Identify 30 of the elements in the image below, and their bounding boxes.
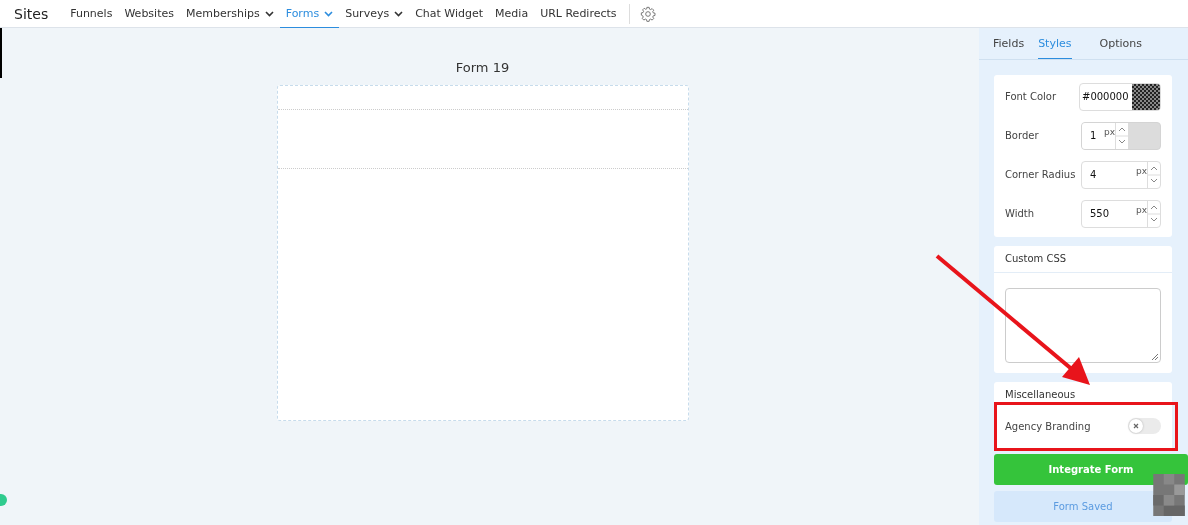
nav-item[interactable]: Forms [279, 0, 340, 28]
settings-icon[interactable] [639, 5, 656, 22]
field-label: Corner Radius [1005, 169, 1076, 180]
tab[interactable]: Options [1099, 28, 1156, 59]
nav-item[interactable]: Funnels [64, 0, 119, 28]
pixelated-patch [1152, 474, 1186, 516]
nav-item[interactable]: Media [489, 0, 535, 28]
number-input[interactable]: 550 px [1081, 199, 1161, 228]
form-title: Form 19 [455, 60, 510, 77]
nav-item[interactable]: URL Redirects [534, 0, 623, 28]
nav-item[interactable]: Chat Widget [409, 0, 490, 28]
resize-handle-icon[interactable] [1151, 353, 1159, 361]
number-input[interactable]: 4 px [1081, 160, 1161, 189]
nav-item[interactable]: Websites [118, 0, 180, 28]
stepper[interactable] [1147, 200, 1160, 227]
field-label: Border [1005, 130, 1039, 141]
nav-item[interactable]: Surveys [339, 0, 410, 28]
field-label: Font Color [1005, 91, 1057, 102]
toggle-switch[interactable] [1128, 418, 1161, 434]
css-textarea[interactable] [1005, 288, 1161, 363]
field-label: Width [1005, 208, 1035, 219]
edge-strip [0, 28, 2, 78]
app-title: Sites [14, 5, 49, 22]
stepper[interactable] [1147, 161, 1160, 188]
toggle-label: Agency Branding [1005, 420, 1091, 432]
tab[interactable]: Fields [993, 28, 1025, 59]
nav-item[interactable]: Memberships [180, 0, 280, 28]
x-icon [1133, 423, 1139, 429]
section-title: Miscellaneous [1004, 388, 1077, 402]
section-title: Custom CSS [994, 246, 1172, 273]
